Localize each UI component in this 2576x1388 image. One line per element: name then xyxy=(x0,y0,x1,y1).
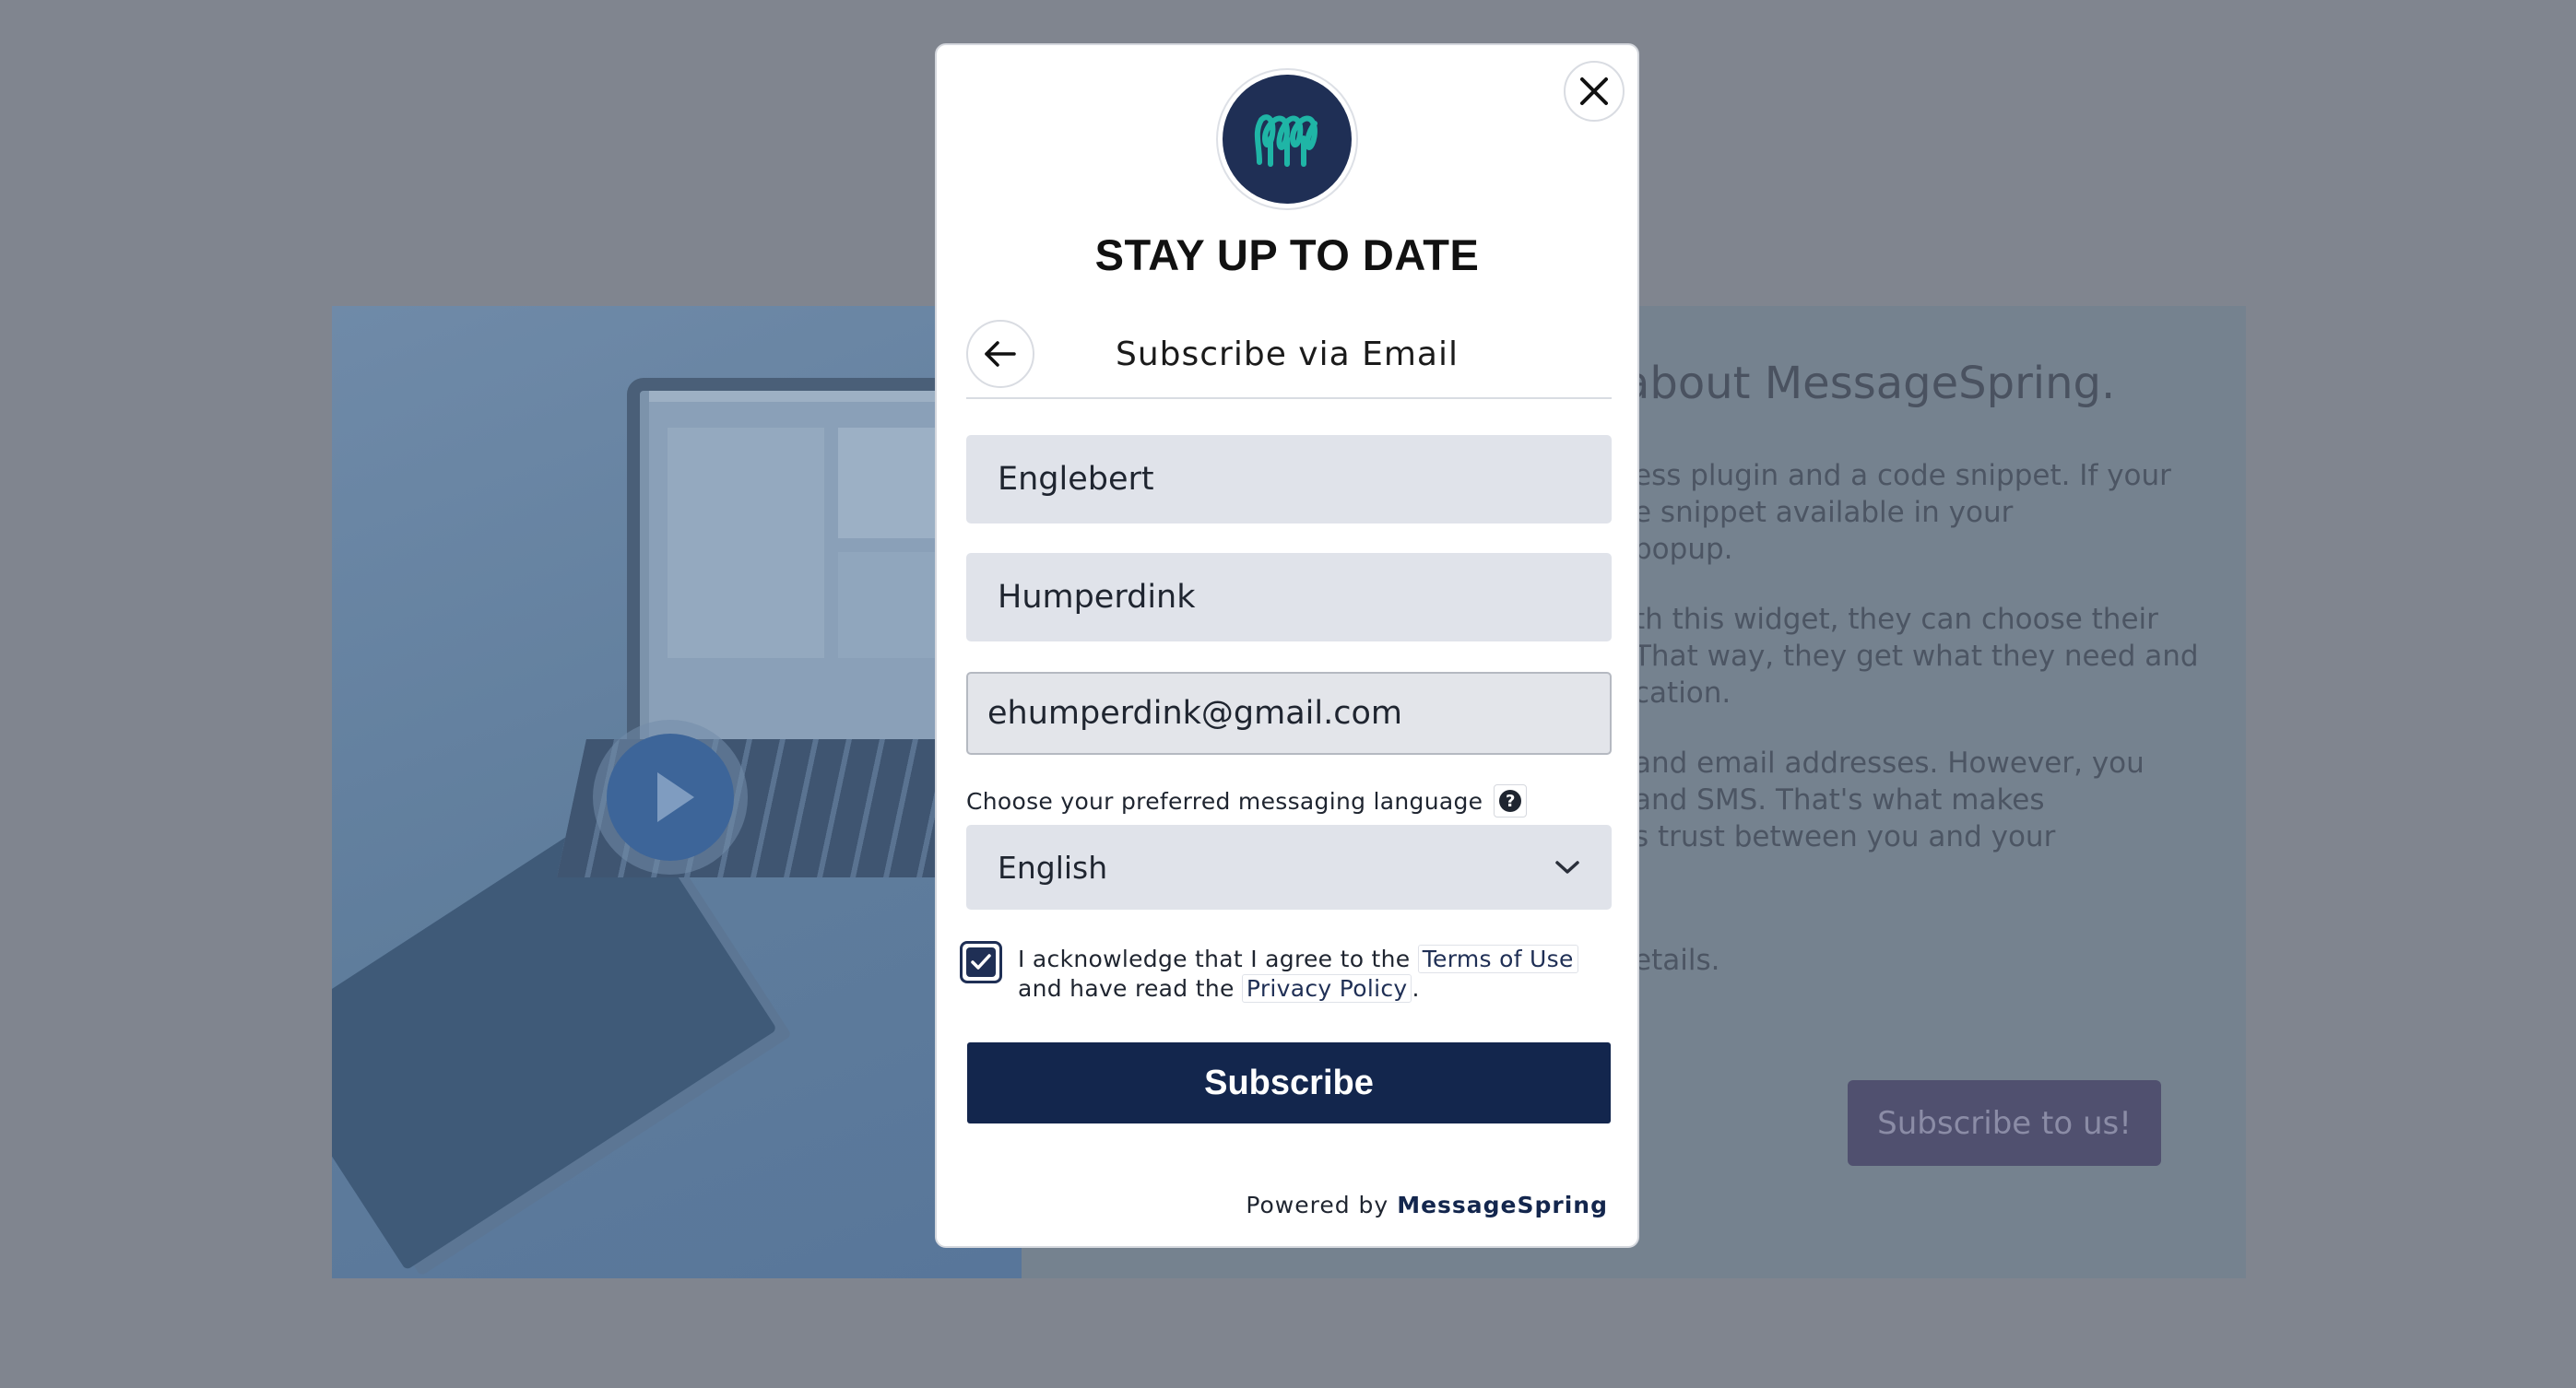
background-text-line: cation. xyxy=(1634,676,1731,710)
check-icon xyxy=(971,954,991,970)
background-text-line: and SMS. That's what makes xyxy=(1634,783,2045,817)
powered-by-prefix: Powered by xyxy=(1246,1192,1389,1218)
logo-mark-icon xyxy=(1254,114,1318,167)
consent-checkbox[interactable] xyxy=(960,941,1002,983)
help-icon-glyph: ? xyxy=(1499,790,1522,812)
checkbox-fill xyxy=(966,947,996,977)
chevron-down-icon xyxy=(1555,861,1579,874)
header-divider xyxy=(966,397,1612,399)
background-text-line: popup. xyxy=(1634,533,1733,566)
background-paragraph: and email addresses. However, you and SM… xyxy=(1634,745,2205,855)
background-text-line: ess plugin and a code snippet. If your xyxy=(1634,459,2171,492)
subscribe-button[interactable]: Subscribe xyxy=(967,1042,1611,1123)
consent-text-part: I acknowledge that I agree to the xyxy=(1018,946,1411,972)
modal-subtitle: Subscribe via Email xyxy=(1115,335,1459,373)
question-circle-icon[interactable]: ? xyxy=(1494,784,1528,818)
background-text-line: s trust between you and your xyxy=(1634,820,2056,853)
play-icon[interactable] xyxy=(607,734,734,861)
background-text-line: and email addresses. However, you xyxy=(1634,747,2145,780)
background-paragraph: etails. xyxy=(1634,942,2205,979)
language-selected-value: English xyxy=(998,849,1108,886)
language-label: Choose your preferred messaging language… xyxy=(966,784,1528,818)
background-text-line: That way, they get what they need and xyxy=(1634,640,2199,673)
subscribe-modal: STAY UP TO DATE Subscribe via Email Choo… xyxy=(935,43,1639,1248)
last-name-input[interactable] xyxy=(966,553,1612,641)
email-input[interactable] xyxy=(966,672,1612,755)
background-text-line: th this widget, they can choose their xyxy=(1634,603,2158,636)
background-heading: about MessageSpring. xyxy=(1623,358,2116,409)
background-hero-image xyxy=(332,306,1022,1278)
consent-text: I acknowledge that I agree to the Terms … xyxy=(1018,945,1599,1004)
background-text-line: e snippet available in your xyxy=(1634,496,2014,529)
background-subscribe-button[interactable]: Subscribe to us! xyxy=(1848,1080,2161,1166)
messagespring-logo xyxy=(1223,75,1352,204)
powered-by: Powered by MessageSpring xyxy=(1246,1192,1608,1218)
background-text-line: etails. xyxy=(1634,944,1720,977)
language-label-text: Choose your preferred messaging language xyxy=(966,787,1483,815)
close-icon xyxy=(1580,77,1608,105)
consent-text-part: . xyxy=(1412,975,1420,1002)
privacy-policy-link[interactable]: Privacy Policy xyxy=(1241,974,1412,1003)
language-select[interactable]: English xyxy=(966,825,1612,910)
background-paragraph: ess plugin and a code snippet. If your e… xyxy=(1634,457,2205,568)
first-name-input[interactable] xyxy=(966,435,1612,523)
modal-title: STAY UP TO DATE xyxy=(1094,230,1480,279)
consent-text-part: and have read the xyxy=(1018,975,1235,1002)
terms-of-use-link[interactable]: Terms of Use xyxy=(1417,945,1578,973)
background-paragraph: th this widget, they can choose their Th… xyxy=(1634,601,2205,712)
close-button[interactable] xyxy=(1564,61,1625,122)
powered-by-brand[interactable]: MessageSpring xyxy=(1397,1192,1608,1218)
